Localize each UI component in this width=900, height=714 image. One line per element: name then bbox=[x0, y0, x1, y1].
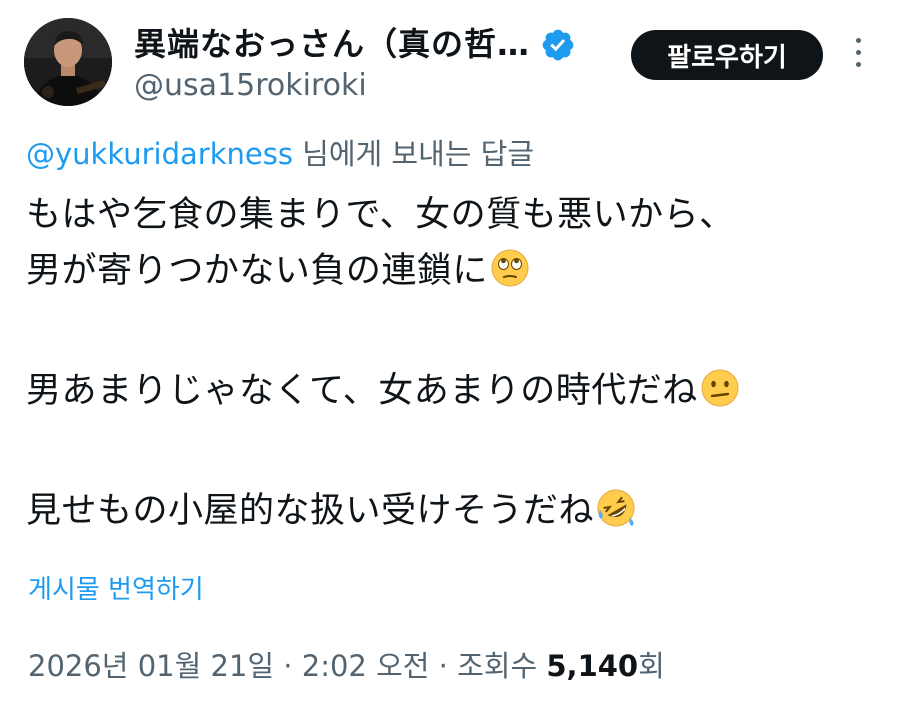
tweet-line: 男が寄りつかない負の連鎖に bbox=[26, 251, 488, 291]
user-handle[interactable]: @usa15rokiroki bbox=[134, 68, 367, 104]
confused-face-icon bbox=[701, 369, 739, 407]
rolling-on-the-floor-laughing-icon bbox=[597, 489, 635, 527]
tweet-text: もはや乞食の集まりで、女の質も悪いから、 男が寄りつかない負の連鎖に 男あまりじ… bbox=[26, 187, 740, 539]
tweet-line-with-emoji: 見せもの小屋的な扱い受けそうだね bbox=[26, 483, 740, 539]
more-options-icon[interactable] bbox=[846, 38, 870, 74]
tweet-line: 見せもの小屋的な扱い受けそうだね bbox=[26, 491, 595, 531]
tweet-line-with-emoji: 男あまりじゃなくて、女あまりの時代だね bbox=[26, 363, 740, 419]
face-with-rolling-eyes-icon bbox=[491, 249, 529, 287]
views-label: 조회수 bbox=[457, 649, 547, 683]
tweet-meta: 2026년 01월 21일 · 2:02 오전 · 조회수 5,140회 bbox=[28, 646, 665, 686]
translate-post-link[interactable]: 게시물 번역하기 bbox=[28, 574, 204, 606]
reply-context: @yukkuridarkness 님에게 보내는 답글 bbox=[26, 136, 534, 172]
views-count: 5,140 bbox=[546, 649, 639, 683]
views-suffix: 회 bbox=[638, 649, 665, 683]
reply-mention-link[interactable]: @yukkuridarkness bbox=[26, 137, 293, 171]
post-date[interactable]: 2026년 01월 21일 bbox=[28, 649, 274, 683]
display-name[interactable]: 異端なおっさん（真の哲… bbox=[134, 22, 530, 66]
tweet-line-with-emoji: 男が寄りつかない負の連鎖に bbox=[26, 243, 740, 299]
follow-button[interactable]: 팔로우하기 bbox=[631, 30, 823, 80]
reply-suffix: 님에게 보내는 답글 bbox=[292, 137, 535, 171]
avatar[interactable] bbox=[24, 18, 112, 106]
post-time[interactable]: 2:02 오전 bbox=[302, 649, 430, 683]
meta-separator: · bbox=[274, 649, 302, 683]
meta-separator: · bbox=[429, 649, 458, 683]
verified-badge-icon[interactable] bbox=[540, 27, 576, 63]
tweet-line: 男あまりじゃなくて、女あまりの時代だね bbox=[26, 371, 698, 411]
avatar-image bbox=[24, 18, 112, 106]
tweet-line: もはや乞食の集まりで、女の質も悪いから、 bbox=[26, 195, 735, 235]
